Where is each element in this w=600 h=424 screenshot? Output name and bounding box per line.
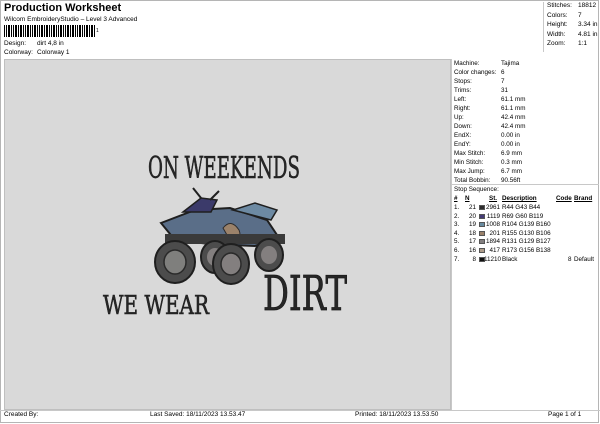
info-color-changes: Color changes: 6	[454, 69, 505, 76]
stat-zoom: Zoom: 1:1	[547, 40, 588, 47]
barcode-number: 1	[96, 28, 99, 34]
info-down: Down: 42.4 mm	[454, 123, 526, 130]
table-row: 5. 17 1894 R131 G129 B127	[454, 238, 551, 246]
info-up: Up: 42.4 mm	[454, 114, 526, 121]
stop-sequence-title: Stop Sequence:	[454, 186, 499, 193]
colorway-value: Colorway 1	[37, 49, 70, 56]
col-header-description: Description	[502, 195, 537, 202]
artwork-line-1: ON WEEKENDS	[148, 151, 300, 186]
info-max-jump: Max Jump: 6.7 mm	[454, 168, 522, 175]
col-header-brand: Brand	[574, 195, 593, 202]
col-header-code: Code	[556, 195, 572, 202]
embroidery-artwork: ON WEEKENDS WE WEAR DIRT	[103, 151, 348, 323]
design-preview: ON WEEKENDS WE WEAR DIRT	[4, 59, 451, 410]
info-left: Left: 61.1 mm	[454, 96, 526, 103]
table-row: 2. 20 1119 R69 G60 B119	[454, 212, 544, 220]
col-header-num: #	[454, 195, 458, 202]
info-endy: EndY: 0.00 in	[454, 141, 520, 148]
footer-page: Page 1 of 1	[548, 411, 582, 418]
table-row: 1. 21 2961 R44 G43 B44	[454, 204, 541, 211]
col-header-n: N	[465, 195, 470, 202]
artwork-line-2b: DIRT	[263, 266, 347, 322]
table-row: 6. 16 417 R173 G156 B138	[454, 247, 551, 254]
design-stats: Stitches: 18812 Colors: 7 Height: 3.34 in W…	[543, 2, 598, 52]
info-max-stitch: Max Stitch: 6.9 mm	[454, 150, 522, 157]
footer-printed: Printed: 18/11/2023 13.53.50	[355, 411, 439, 418]
colorway-label: Colorway:	[4, 49, 33, 56]
stat-colors: Colors: 7	[547, 11, 582, 19]
info-trims: Trims: 31	[454, 87, 509, 94]
footer-last-saved: Last Saved: 18/11/2023 13.53.47	[150, 411, 246, 418]
info-machine: Machine: Tajima	[454, 60, 520, 67]
divider	[452, 184, 599, 185]
software-subtitle: Wilcom EmbroideryStudio – Level 3 Advanc…	[4, 16, 138, 23]
info-min-stitch: Min Stitch: 0.3 mm	[454, 159, 522, 166]
design-value: dirt 4,8 in	[37, 40, 64, 47]
info-endx: EndX: 0.00 in	[454, 132, 520, 139]
footer-divider	[0, 410, 600, 411]
colorway-row: Colorway: Colorway 1	[4, 49, 70, 56]
stat-height: Height: 3.34 in	[547, 21, 598, 28]
table-row: 4. 18 201 R155 G130 B106	[454, 229, 551, 237]
design-label: Design:	[4, 40, 27, 47]
stat-width: Width: 4.81 in	[547, 30, 598, 38]
table-row: 3. 19 1008 R104 G139 B160	[454, 221, 551, 229]
info-right: Right: 61.1 mm	[454, 105, 526, 112]
artwork-line-2a: WE WEAR	[103, 291, 210, 321]
table-row: 7. 8 11210 Black 8 Default	[454, 255, 594, 263]
col-header-st: St.	[489, 195, 498, 202]
design-row: Design: dirt 4,8 in	[4, 40, 64, 47]
machine-info-panel: Machine: Tajima Color changes: 6 Stops: 7 T…	[451, 59, 599, 410]
barcode	[4, 25, 95, 37]
info-stops: Stops: 7	[454, 78, 505, 85]
footer-created-by: Created By:	[4, 411, 39, 418]
page-title: Production Worksheet	[4, 2, 122, 14]
stat-stitches: Stitches: 18812	[547, 2, 597, 9]
